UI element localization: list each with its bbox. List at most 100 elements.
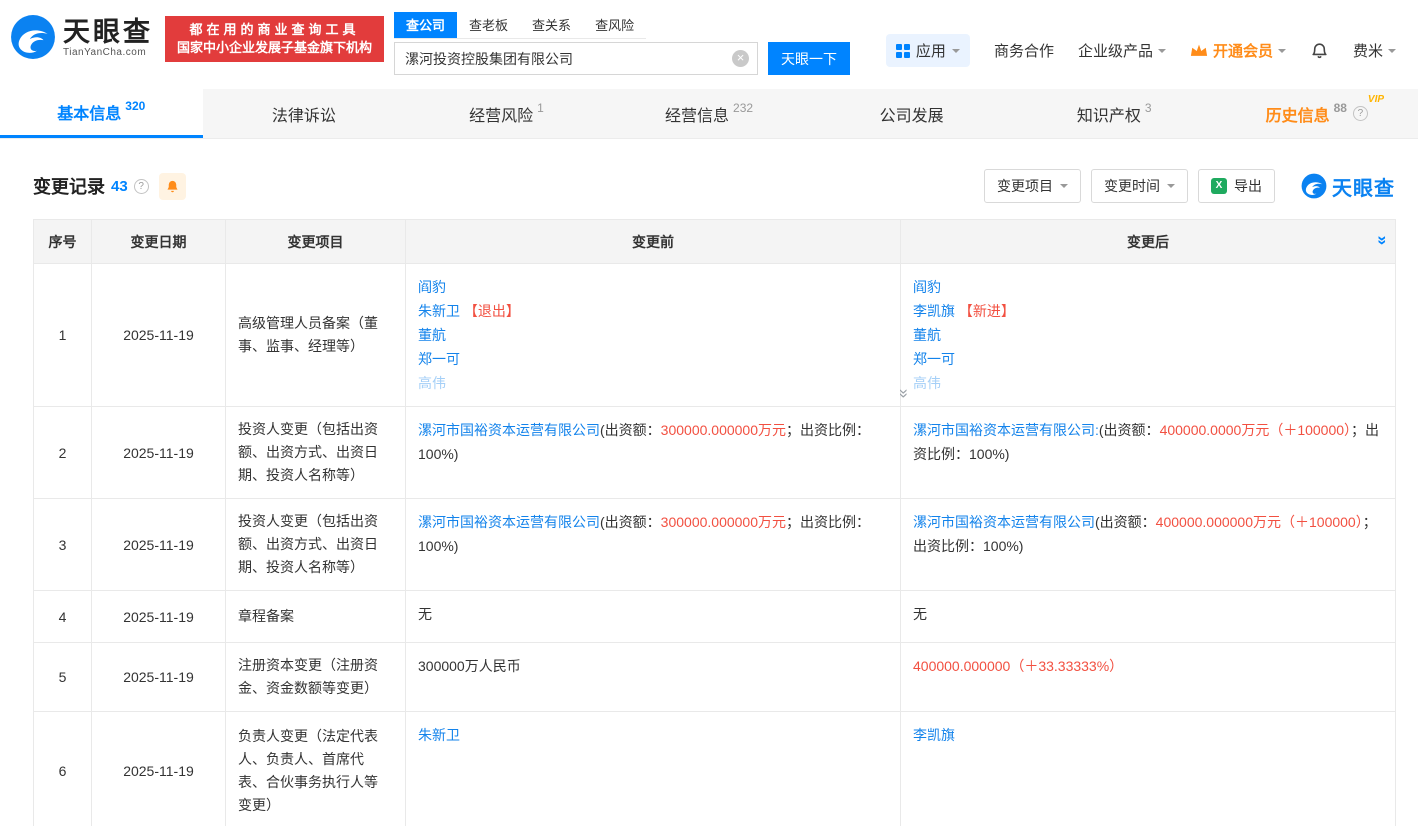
entity-link[interactable]: 李凯旗: [913, 727, 955, 743]
tianyancha-logo[interactable]: 天眼查 TianYanCha.com: [10, 14, 153, 60]
after-value: 400000.000000（＋33.33333%）: [901, 643, 1396, 712]
search-input[interactable]: [394, 42, 758, 75]
nav-enterprise[interactable]: 企业级产品: [1078, 40, 1166, 61]
section-count: 43: [111, 178, 128, 195]
entity-link[interactable]: 漯河市国裕资本运营有限公司: [418, 422, 600, 438]
value-text: 300000.000000万元: [661, 514, 786, 530]
row-index: 2: [34, 407, 92, 499]
before-line: 300000万人民币: [418, 654, 886, 678]
column-header-label: 变更项目: [288, 234, 344, 250]
search-button[interactable]: 天眼一下: [768, 42, 850, 75]
entity-link[interactable]: 郑一可: [913, 351, 955, 367]
expand-all-icon[interactable]: »: [1372, 235, 1392, 244]
value-text: 400000.0000万元（＋100000）: [1160, 422, 1351, 438]
search-tab-company[interactable]: 查公司: [394, 12, 457, 38]
before-value: 阎豹朱新卫 【退出】董航郑一可高伟»: [406, 264, 901, 407]
value-text: (出资额：: [1099, 422, 1160, 438]
clear-search-icon[interactable]: ×: [732, 50, 749, 67]
column-header-label: 变更日期: [131, 234, 187, 250]
entity-link[interactable]: 董航: [418, 327, 446, 343]
entity-link[interactable]: 董航: [913, 327, 941, 343]
entity-link-faded: 高伟: [913, 375, 941, 391]
after-line: 李凯旗 【新进】: [913, 299, 1381, 323]
change-record-table: 序号变更日期变更项目变更前变更后»12025-11-19高级管理人员备案（董事、…: [33, 219, 1396, 826]
change-date: 2025-11-19: [92, 643, 226, 712]
brand-name: 天眼查: [63, 17, 153, 47]
tianyancha-watermark-icon: [1301, 173, 1327, 199]
tab-history-info[interactable]: VIP 历史信息 88 ?: [1215, 89, 1418, 138]
content: 变更记录 43 ? 变更项目 变更时间 X 导出: [0, 169, 1418, 826]
tab-intellectual-property[interactable]: 知识产权 3: [1013, 89, 1216, 138]
caret-down-icon: [1158, 49, 1166, 57]
export-button[interactable]: X 导出: [1198, 169, 1275, 203]
column-header: 变更前: [406, 220, 901, 264]
entity-link[interactable]: 漯河市国裕资本运营有限公司: [418, 514, 600, 530]
search-tab-relation[interactable]: 查关系: [520, 12, 583, 38]
after-line: 董航: [913, 323, 1381, 347]
entity-link[interactable]: 漯河市国裕资本运营有限公司:: [913, 422, 1099, 438]
entity-link[interactable]: 朱新卫: [418, 303, 460, 319]
change-item: 章程备案: [226, 591, 406, 643]
entity-link[interactable]: 漯河市国裕资本运营有限公司: [913, 514, 1095, 530]
search-tab-risk[interactable]: 查风险: [583, 12, 646, 38]
column-header: 序号: [34, 220, 92, 264]
caret-down-icon: [1278, 49, 1286, 57]
value-text: 300000.000000万元: [661, 422, 786, 438]
top-bar: 天眼查 TianYanCha.com 都在用的商业查询工具 国家中小企业发展子基…: [0, 0, 1418, 89]
notification-bell-icon[interactable]: [1310, 41, 1329, 60]
tab-legal-litigation[interactable]: 法律诉讼: [203, 89, 406, 138]
before-line: 朱新卫: [418, 723, 886, 747]
before-value: 漯河市国裕资本运营有限公司(出资额：300000.000000万元；出资比例：1…: [406, 499, 901, 591]
before-value: 无: [406, 591, 901, 643]
tab-operational-risk[interactable]: 经营风险 1: [405, 89, 608, 138]
filter-change-item-dropdown[interactable]: 变更项目: [984, 169, 1081, 203]
change-item: 负责人变更（法定代表人、负责人、首席代表、合伙事务执行人等变更）: [226, 712, 406, 826]
after-line: 高伟: [913, 371, 1381, 395]
change-date: 2025-11-19: [92, 264, 226, 407]
apps-menu[interactable]: 应用: [886, 34, 970, 67]
after-line: 阎豹: [913, 275, 1381, 299]
entity-link[interactable]: 朱新卫: [418, 727, 460, 743]
nav-cooperation[interactable]: 商务合作: [994, 40, 1054, 61]
crown-icon: [1190, 44, 1208, 57]
entity-link[interactable]: 郑一可: [418, 351, 460, 367]
brand-domain: TianYanCha.com: [63, 47, 153, 58]
table-row: 12025-11-19高级管理人员备案（董事、监事、经理等）阎豹朱新卫 【退出】…: [34, 264, 1396, 407]
nav-enterprise-label: 企业级产品: [1078, 40, 1153, 61]
entity-link[interactable]: 阎豹: [418, 279, 446, 295]
nav-open-vip[interactable]: 开通会员: [1190, 40, 1286, 61]
subscribe-bell-icon[interactable]: [159, 173, 186, 200]
after-value: 阎豹李凯旗 【新进】董航郑一可高伟: [901, 264, 1396, 407]
user-menu[interactable]: 费米: [1353, 40, 1396, 61]
entity-link[interactable]: 李凯旗: [913, 303, 955, 319]
row-index: 6: [34, 712, 92, 826]
excel-icon: X: [1211, 178, 1227, 194]
company-section-tabs: 基本信息 320 法律诉讼 经营风险 1 经营信息 232 公司发展 知识产权 …: [0, 89, 1418, 139]
tianyancha-watermark: 天眼查: [1301, 172, 1395, 201]
entity-link[interactable]: 阎豹: [913, 279, 941, 295]
apps-grid-icon: [896, 44, 910, 58]
tab-company-development[interactable]: 公司发展: [810, 89, 1013, 138]
before-line: 无: [418, 602, 886, 626]
tianyancha-logo-icon: [10, 14, 56, 60]
caret-down-icon: [1388, 49, 1396, 57]
after-value: 李凯旗: [901, 712, 1396, 826]
tab-business-info[interactable]: 经营信息 232: [608, 89, 811, 138]
tab-basic-info[interactable]: 基本信息 320: [0, 89, 203, 138]
change-item: 注册资本变更（注册资金、资金数额等变更）: [226, 643, 406, 712]
search-area: 查公司 查老板 查关系 查风险 × 天眼一下: [394, 12, 850, 75]
value-text: 无: [913, 606, 927, 622]
help-icon[interactable]: ?: [134, 179, 149, 194]
change-date: 2025-11-19: [92, 407, 226, 499]
tab-count: 1: [537, 101, 544, 115]
vip-badge: VIP: [1368, 94, 1384, 105]
before-line: 高伟: [418, 371, 886, 395]
help-icon[interactable]: ?: [1353, 106, 1368, 121]
search-tab-boss[interactable]: 查老板: [457, 12, 520, 38]
table-row: 42025-11-19章程备案无无: [34, 591, 1396, 643]
section-title: 变更记录: [33, 173, 105, 199]
change-item: 高级管理人员备案（董事、监事、经理等）: [226, 264, 406, 407]
value-text: 300000万人民币: [418, 658, 521, 674]
after-value: 漯河市国裕资本运营有限公司(出资额：400000.000000万元（＋10000…: [901, 499, 1396, 591]
filter-change-time-dropdown[interactable]: 变更时间: [1091, 169, 1188, 203]
